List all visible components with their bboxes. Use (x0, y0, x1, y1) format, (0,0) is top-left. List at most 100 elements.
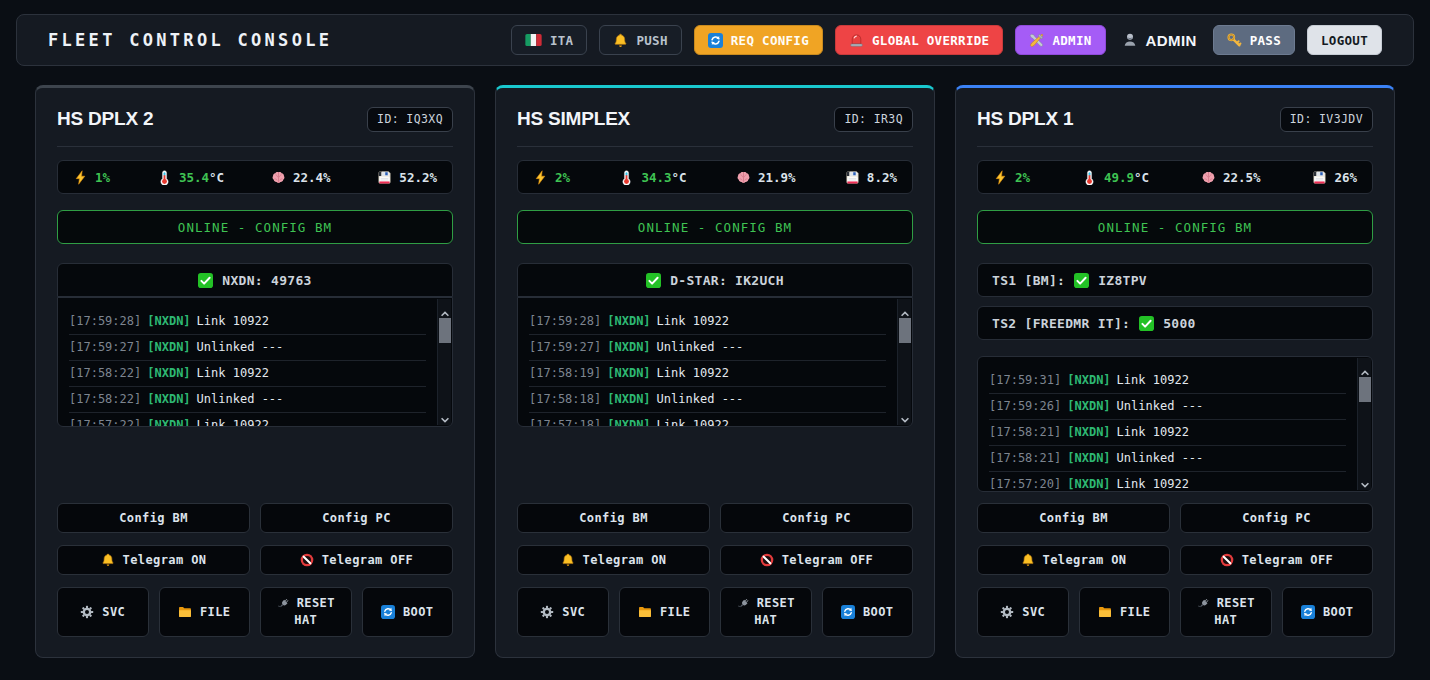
memory-value: 22.5% (1223, 170, 1261, 185)
bolt-icon (993, 170, 1008, 185)
reset-hat-button[interactable]: RESET HAT (720, 587, 812, 637)
telegram-off-button[interactable]: Telegram OFF (260, 545, 453, 575)
config-pc-label: Config PC (322, 511, 391, 525)
boot-button[interactable]: BOOT (362, 587, 454, 637)
temperature-value: 49.9 (1104, 170, 1134, 185)
language-label: ITA (550, 33, 573, 48)
memory-stat: 21.9% (736, 170, 796, 185)
push-button[interactable]: PUSH (599, 25, 681, 55)
config-pc-button[interactable]: Config PC (720, 503, 913, 533)
boot-button[interactable]: BOOT (822, 587, 914, 637)
file-button[interactable]: FILE (619, 587, 711, 637)
mode-row-ts2: TS2 [FREEDMR IT]: 5000 (977, 306, 1373, 340)
config-pc-button[interactable]: Config PC (260, 503, 453, 533)
telegram-on-button[interactable]: Telegram ON (517, 545, 710, 575)
language-button[interactable]: ITA (511, 25, 587, 55)
telegram-off-button[interactable]: Telegram OFF (720, 545, 913, 575)
pass-button[interactable]: PASS (1213, 25, 1295, 55)
log-tag: [NXDN] (147, 418, 190, 427)
event-log[interactable]: [17:59:31][NXDN]Link 10922 [17:59:26][NX… (977, 356, 1373, 492)
log-row: [17:59:27][NXDN]Unlinked --- (529, 335, 886, 361)
card-header: HS SIMPLEX ID: IR3Q (517, 105, 913, 133)
global-override-button[interactable]: GLOBAL OVERRIDE (835, 25, 1003, 55)
svc-button[interactable]: SVC (977, 587, 1069, 637)
scroll-up-icon[interactable] (440, 304, 450, 314)
logout-button[interactable]: LOGOUT (1307, 25, 1382, 55)
reset-hat-button[interactable]: RESET HAT (260, 587, 352, 637)
thermometer-icon (157, 170, 172, 185)
no-entry-icon (760, 553, 774, 567)
mode-label: NXDN: (222, 273, 263, 288)
scrollbar[interactable] (897, 299, 911, 425)
scrollbar-thumb[interactable] (899, 318, 911, 343)
device-card-hs-dplx-1: HS DPLX 1 ID: IV3JDV 2% 49.9°C 22.5% 26%… (955, 85, 1395, 658)
device-card-hs-simplex: HS SIMPLEX ID: IR3Q 2% 34.3°C 21.9% 8.2%… (495, 85, 935, 658)
reset-hat-label-line1: RESET (1217, 595, 1255, 612)
log-tag: [NXDN] (607, 340, 650, 354)
config-bm-button[interactable]: Config BM (517, 503, 710, 533)
log-time: [17:58:19] (529, 366, 601, 380)
req-config-button[interactable]: REQ CONFIG (694, 25, 823, 55)
reset-hat-label-line1: RESET (757, 595, 795, 612)
card-actions: Config BM Config PC Telegram ON Telegram… (977, 503, 1373, 637)
temperature-unit: °C (672, 170, 687, 185)
scroll-down-icon[interactable] (440, 410, 450, 420)
scrollbar[interactable] (1357, 358, 1371, 490)
bell-icon (561, 553, 575, 567)
event-log[interactable]: [17:59:28][NXDN]Link 10922 [17:59:27][NX… (57, 297, 453, 427)
config-bm-button[interactable]: Config BM (977, 503, 1170, 533)
config-pc-button[interactable]: Config PC (1180, 503, 1373, 533)
folder-icon (1098, 605, 1112, 619)
device-card-hs-dplx-2: HS DPLX 2 ID: IQ3XQ 1% 35.4°C 22.4% 52.2… (35, 85, 475, 658)
log-message: Link 10922 (657, 314, 729, 328)
log-time: [17:58:22] (69, 392, 141, 406)
bolt-icon (73, 170, 88, 185)
scroll-down-icon[interactable] (1360, 475, 1370, 485)
mode-section: NXDN: 49763 [17:59:28][NXDN]Link 10922 [… (57, 263, 453, 427)
telegram-on-label: Telegram ON (583, 553, 667, 567)
temperature-unit: °C (209, 170, 224, 185)
bolt-icon (533, 170, 548, 185)
log-row: [17:57:20][NXDN]Link 10922 (989, 472, 1346, 492)
status-banner: ONLINE - CONFIG BM (977, 210, 1373, 244)
scrollbar-thumb[interactable] (439, 318, 451, 343)
telegram-on-button[interactable]: Telegram ON (57, 545, 250, 575)
scroll-up-icon[interactable] (900, 304, 910, 314)
file-button[interactable]: FILE (159, 587, 251, 637)
log-time: [17:58:21] (989, 451, 1061, 465)
telegram-on-label: Telegram ON (123, 553, 207, 567)
log-row: [17:58:22][NXDN]Unlinked --- (69, 387, 426, 413)
svc-button[interactable]: SVC (57, 587, 149, 637)
config-bm-button[interactable]: Config BM (57, 503, 250, 533)
log-tag: [NXDN] (147, 340, 190, 354)
log-row: [17:58:19][NXDN]Link 10922 (529, 361, 886, 387)
scroll-down-icon[interactable] (900, 410, 910, 420)
svc-button[interactable]: SVC (517, 587, 609, 637)
divider (977, 146, 1373, 147)
scrollbar[interactable] (437, 299, 451, 425)
plug-icon (277, 597, 290, 610)
log-tag: [NXDN] (1067, 425, 1110, 439)
file-button[interactable]: FILE (1079, 587, 1171, 637)
disk-value: 8.2% (867, 170, 897, 185)
gear-icon (1000, 605, 1014, 619)
status-banner: ONLINE - CONFIG BM (517, 210, 913, 244)
config-bm-label: Config BM (579, 511, 648, 525)
telegram-on-button[interactable]: Telegram ON (977, 545, 1170, 575)
floppy-disk-icon (845, 170, 860, 185)
mode-label: D-STAR: (670, 273, 727, 288)
device-id-badge: ID: IR3Q (834, 107, 913, 132)
boot-button[interactable]: BOOT (1282, 587, 1374, 637)
log-tag: [NXDN] (147, 366, 190, 380)
push-label: PUSH (636, 33, 667, 48)
scroll-up-icon[interactable] (1360, 363, 1370, 373)
admin-button[interactable]: ADMIN (1015, 25, 1105, 55)
scrollbar-thumb[interactable] (1359, 377, 1371, 402)
svc-label: SVC (562, 605, 585, 619)
event-log[interactable]: [17:59:28][NXDN]Link 10922 [17:59:27][NX… (517, 297, 913, 427)
temperature-value: 34.3 (641, 170, 671, 185)
check-icon (198, 273, 213, 288)
boot-label: BOOT (863, 605, 894, 619)
telegram-off-button[interactable]: Telegram OFF (1180, 545, 1373, 575)
reset-hat-button[interactable]: RESET HAT (1180, 587, 1272, 637)
